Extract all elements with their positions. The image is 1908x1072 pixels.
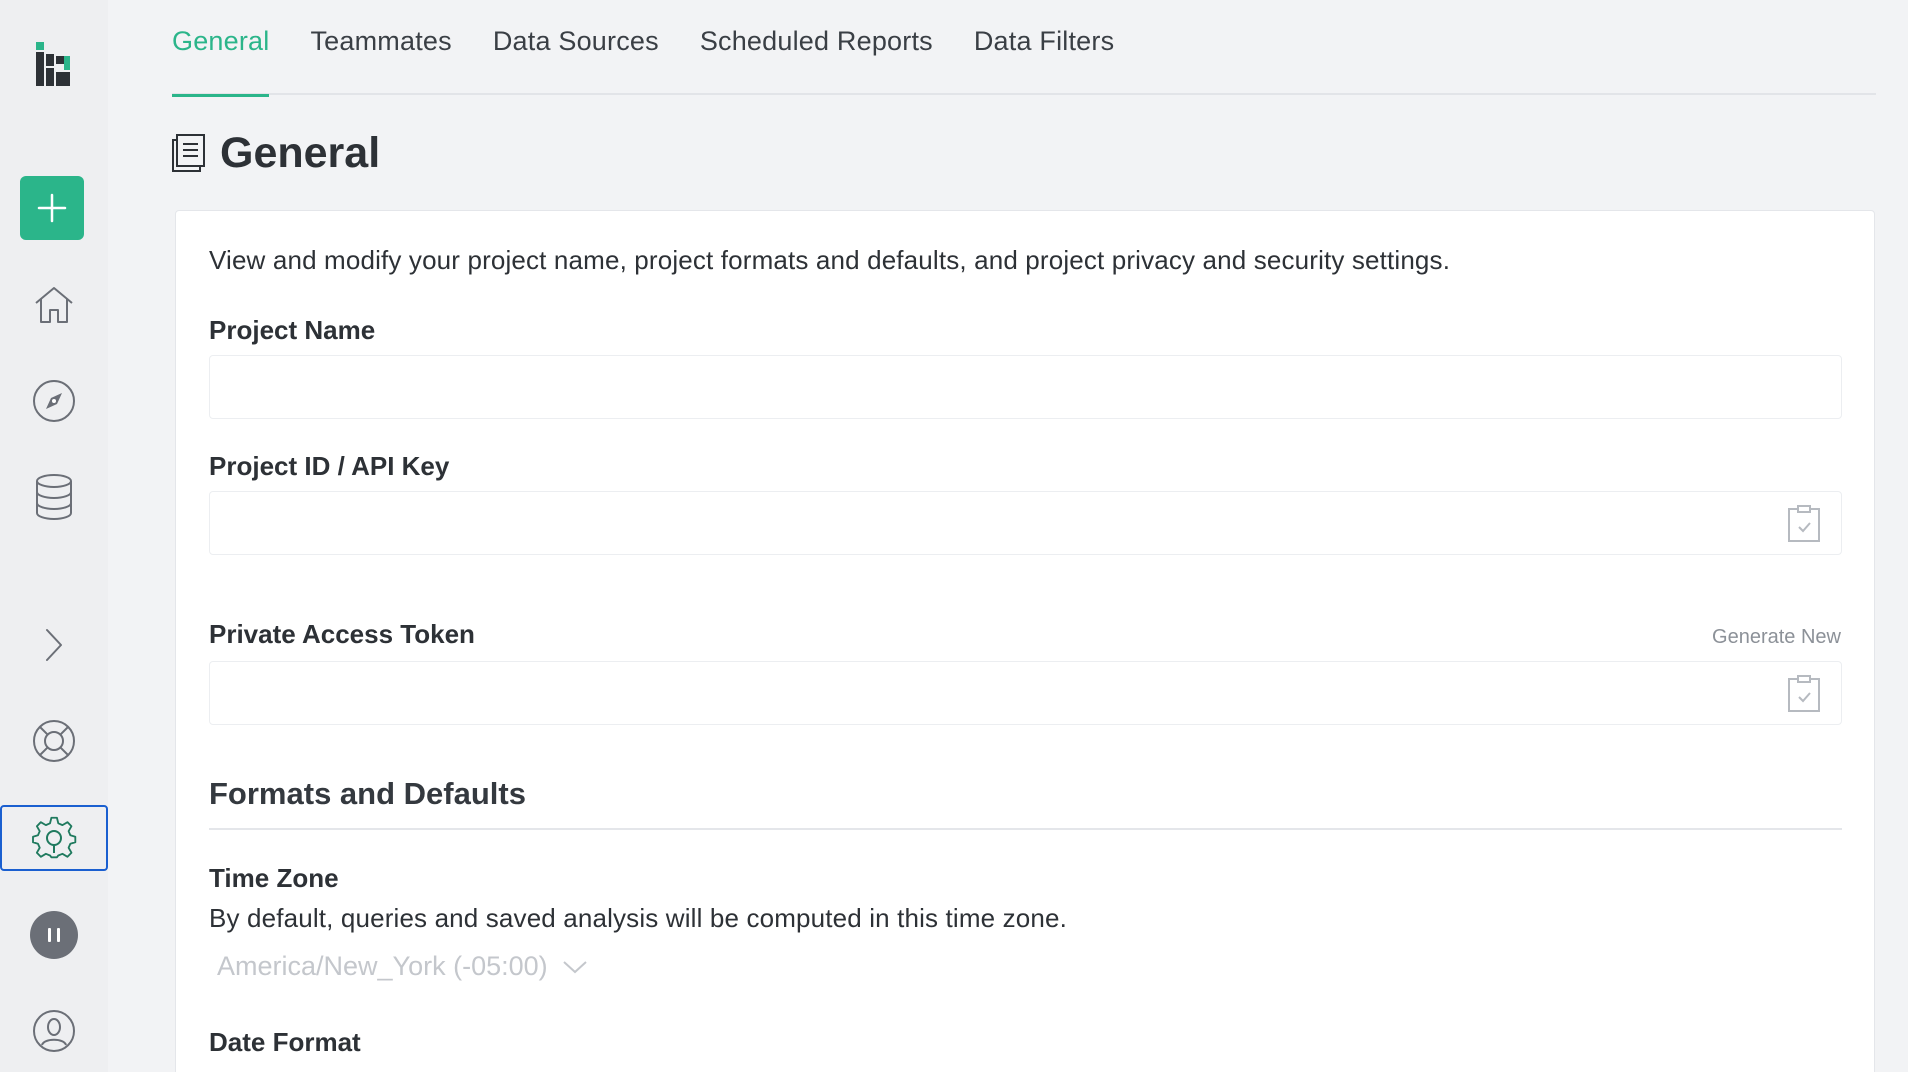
copy-token-button[interactable] bbox=[1785, 674, 1823, 714]
clipboard-icon bbox=[1788, 505, 1820, 542]
chevron-right-icon bbox=[46, 629, 62, 661]
sidebar-item-home[interactable] bbox=[0, 272, 108, 338]
sidebar-item-help[interactable] bbox=[0, 708, 108, 774]
document-icon bbox=[172, 134, 205, 172]
database-icon bbox=[36, 474, 72, 521]
sidebar-item-explore[interactable] bbox=[0, 368, 108, 434]
private-token-field[interactable] bbox=[209, 661, 1842, 725]
sidebar-item-data[interactable] bbox=[0, 464, 108, 530]
time-zone-help: By default, queries and saved analysis w… bbox=[209, 903, 1068, 933]
gear-icon bbox=[32, 816, 77, 859]
compass-icon bbox=[33, 380, 75, 422]
expand-sidebar-button[interactable] bbox=[0, 612, 108, 678]
project-id-field[interactable] bbox=[209, 491, 1842, 555]
sidebar-item-account[interactable] bbox=[0, 998, 108, 1064]
project-id-label: Project ID / API Key bbox=[209, 451, 450, 481]
tab-data-sources[interactable]: Data Sources bbox=[493, 0, 659, 95]
sidebar bbox=[0, 0, 108, 1072]
plus-icon bbox=[37, 193, 67, 223]
lifebuoy-icon bbox=[33, 720, 75, 762]
add-button[interactable] bbox=[20, 176, 84, 240]
section-divider bbox=[209, 828, 1842, 830]
tab-data-filters[interactable]: Data Filters bbox=[974, 0, 1114, 95]
tab-teammates[interactable]: Teammates bbox=[310, 0, 451, 95]
sidebar-item-settings[interactable] bbox=[0, 805, 108, 871]
private-token-label: Private Access Token bbox=[209, 619, 475, 649]
date-format-label: Date Format bbox=[209, 1027, 361, 1057]
generate-new-link[interactable]: Generate New bbox=[1712, 626, 1841, 649]
clipboard-icon bbox=[1788, 675, 1820, 712]
home-icon bbox=[35, 287, 73, 323]
page-header: General bbox=[172, 128, 380, 178]
general-settings-card: View and modify your project name, proje… bbox=[175, 210, 1875, 1072]
tab-scheduled-reports[interactable]: Scheduled Reports bbox=[700, 0, 933, 95]
time-zone-label: Time Zone bbox=[209, 863, 339, 893]
project-name-label: Project Name bbox=[209, 315, 376, 345]
time-zone-select[interactable]: America/New_York (-05:00) bbox=[217, 951, 588, 982]
tab-general[interactable]: General bbox=[172, 0, 270, 97]
copy-project-id-button[interactable] bbox=[1785, 504, 1823, 544]
sidebar-item-status[interactable] bbox=[0, 902, 108, 968]
logo-icon[interactable] bbox=[0, 32, 108, 96]
pause-icon bbox=[30, 911, 78, 959]
time-zone-value: America/New_York (-05:00) bbox=[217, 951, 548, 981]
card-description: View and modify your project name, proje… bbox=[209, 245, 1451, 275]
user-icon bbox=[33, 1010, 75, 1052]
chevron-down-icon bbox=[562, 960, 587, 973]
page-title: General bbox=[220, 128, 381, 177]
settings-tabs: General Teammates Data Sources Scheduled… bbox=[172, 0, 1876, 97]
project-name-input[interactable] bbox=[209, 355, 1842, 419]
formats-section-title: Formats and Defaults bbox=[209, 776, 526, 811]
